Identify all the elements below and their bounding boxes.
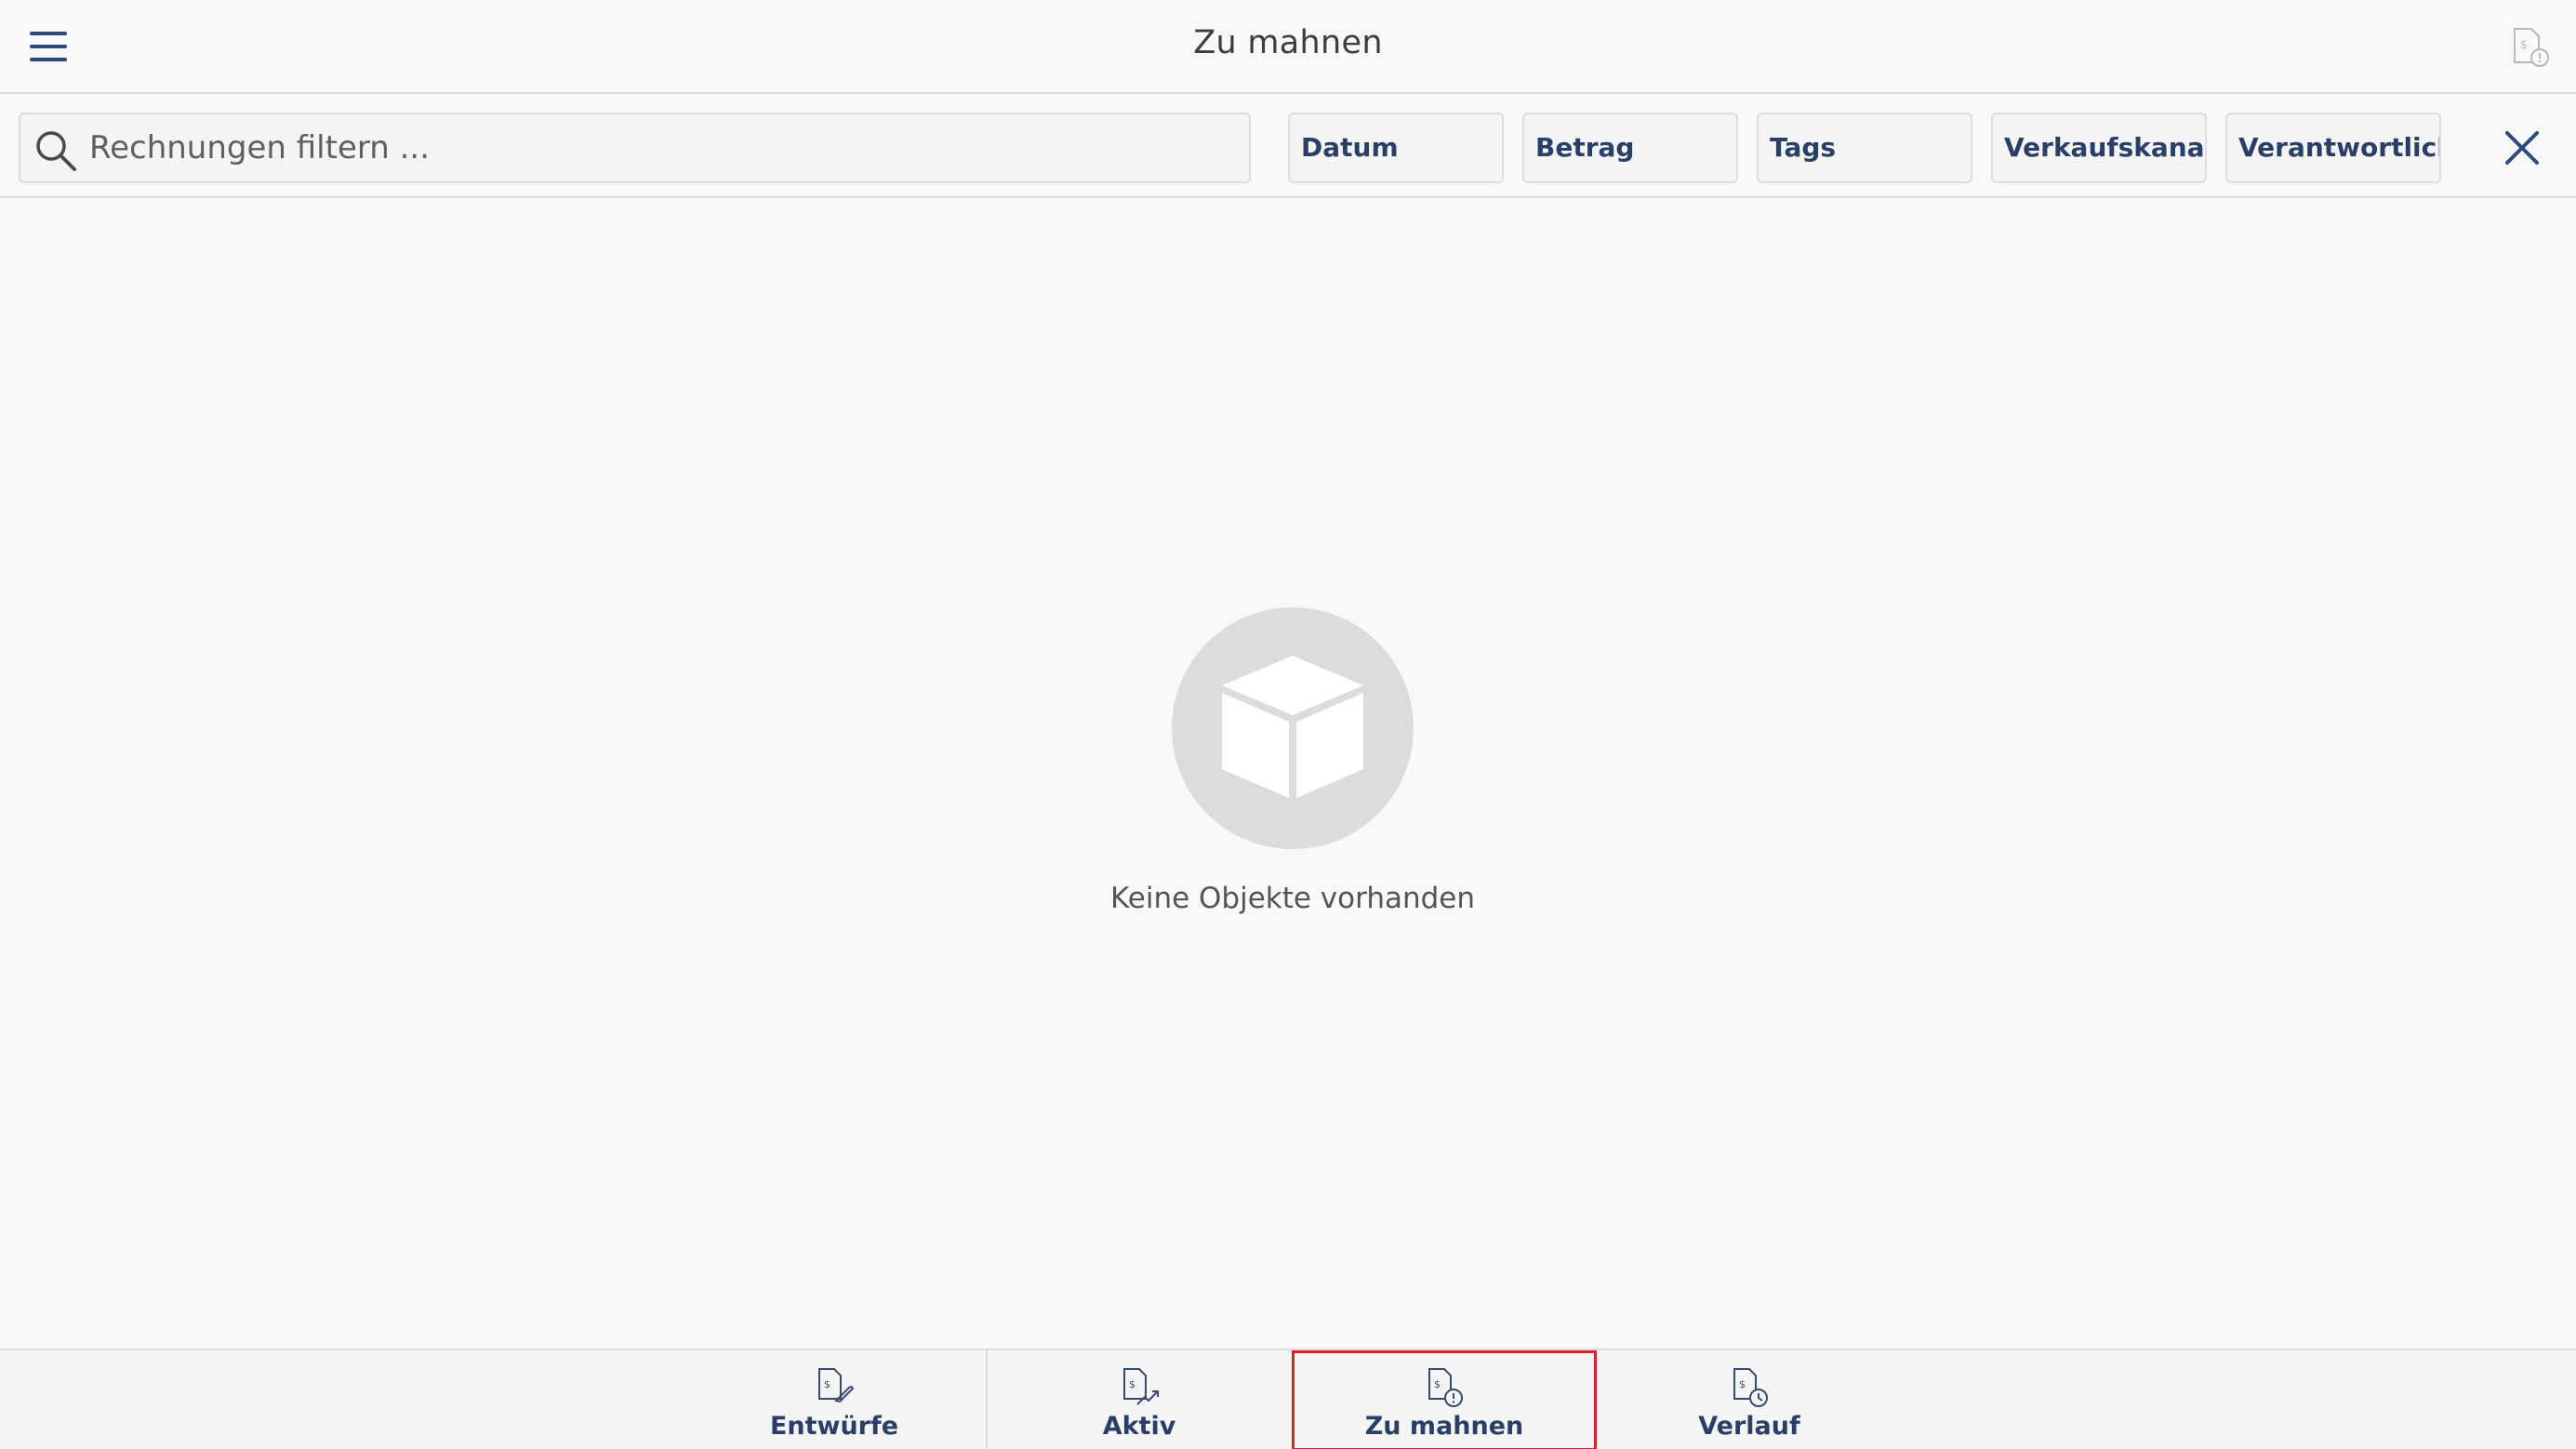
search-input[interactable] <box>89 124 1224 172</box>
search-box[interactable] <box>19 113 1251 183</box>
search-icon <box>33 128 78 173</box>
top-bar: Zu mahnen $ <box>0 0 2576 94</box>
empty-state-message: Keine Objekte vorhanden <box>1109 882 1476 915</box>
tab-label: Entwürfe <box>769 1412 899 1441</box>
tab-aktiv[interactable]: $ Aktiv <box>987 1350 1292 1449</box>
tab-entwuerfe[interactable]: $ Entwürfe <box>682 1350 987 1449</box>
tab-label: Zu mahnen <box>1364 1412 1524 1441</box>
invoice-draft-icon: $ <box>812 1365 856 1410</box>
filter-chip-betrag[interactable]: Betrag <box>1522 113 1738 183</box>
svg-text:$: $ <box>2520 38 2528 51</box>
filter-chip-datum[interactable]: Datum <box>1288 113 1504 183</box>
filter-chip-verantwortlich[interactable]: Verantwortlich <box>2225 113 2441 183</box>
filter-chip-tags[interactable]: Tags <box>1757 113 1972 183</box>
tab-zu-mahnen[interactable]: $ Zu mahnen <box>1292 1350 1597 1449</box>
bottom-tab-bar: $ Entwürfe $ Aktiv $ Zu mahnen $ Verlauf <box>0 1349 2576 1449</box>
invoice-overdue-icon[interactable]: $ <box>2509 26 2552 69</box>
page-title: Zu mahnen <box>1193 24 1383 61</box>
svg-text:$: $ <box>824 1378 830 1390</box>
svg-text:$: $ <box>1739 1378 1746 1390</box>
tab-label: Verlauf <box>1698 1412 1800 1441</box>
tab-verlauf[interactable]: $ Verlauf <box>1597 1350 1902 1449</box>
svg-text:$: $ <box>1434 1378 1441 1390</box>
invoice-history-icon: $ <box>1727 1365 1772 1410</box>
box-icon <box>1172 607 1414 849</box>
invoice-active-icon: $ <box>1117 1365 1162 1410</box>
filter-bar: Datum Betrag Tags Verkaufskanal Verantwo… <box>0 94 2576 198</box>
invoice-overdue-icon: $ <box>1422 1365 1467 1410</box>
filter-chip-verkaufskanal[interactable]: Verkaufskanal <box>1991 113 2207 183</box>
tab-label: Aktiv <box>1102 1412 1176 1441</box>
close-icon[interactable] <box>2502 127 2543 168</box>
svg-text:$: $ <box>1129 1378 1135 1390</box>
